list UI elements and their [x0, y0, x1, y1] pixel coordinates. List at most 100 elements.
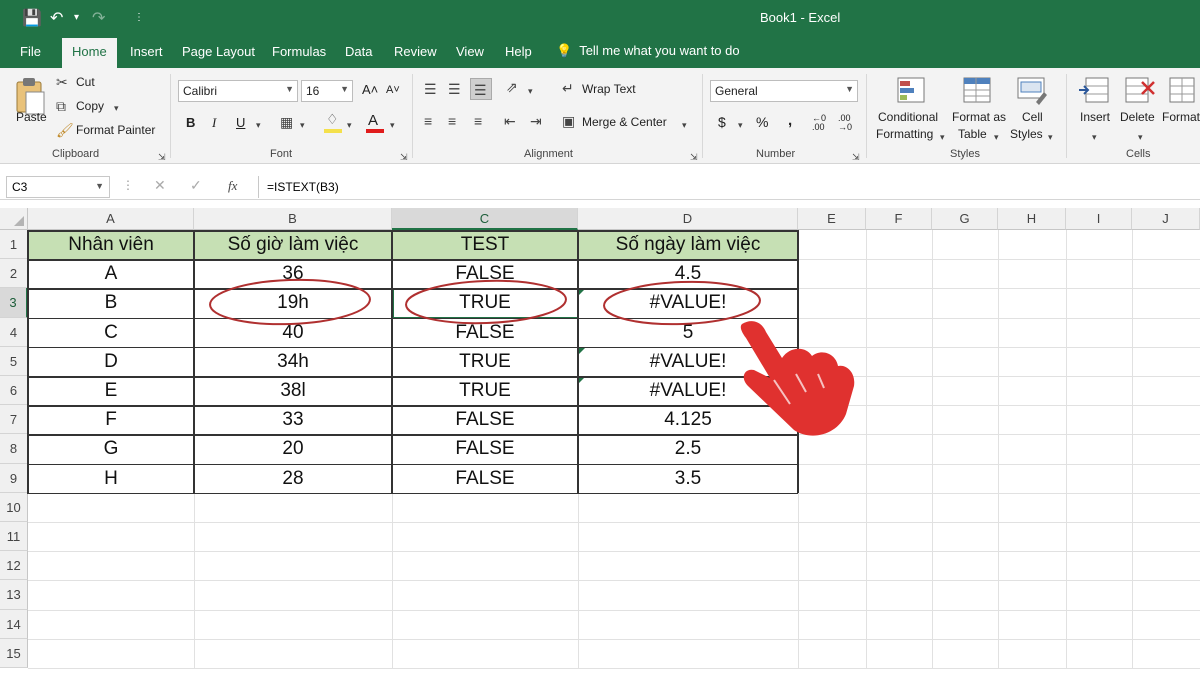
chevron-down-icon: ▼ [285, 84, 294, 94]
window-title: Book1 - Excel [760, 10, 841, 25]
cell-styles-label-2[interactable]: Styles [1010, 127, 1043, 141]
wrap-text-icon[interactable]: ↵ [562, 81, 574, 95]
format-cells-icon[interactable] [1168, 74, 1200, 108]
copy-dropdown-icon[interactable]: ▾ [114, 101, 119, 115]
accounting-format-button[interactable]: $ [718, 114, 726, 130]
undo-dropdown-icon[interactable]: ▾ [74, 12, 79, 23]
italic-button[interactable]: I [212, 115, 216, 131]
merge-center-button[interactable]: Merge & Center [582, 115, 667, 129]
grow-font-icon[interactable]: A˄ [362, 82, 378, 97]
accounting-dropdown-icon[interactable]: ▾ [738, 118, 743, 132]
format-as-table-label-2[interactable]: Table [958, 127, 987, 141]
name-box[interactable]: C3 ▼ [6, 176, 110, 198]
tab-file[interactable]: File [20, 44, 41, 59]
insert-cells-icon[interactable] [1078, 74, 1112, 108]
align-center-icon[interactable]: ≡ [448, 114, 456, 128]
annotation-circle-b3 [209, 278, 371, 326]
tab-data[interactable]: Data [345, 44, 372, 59]
format-painter-button[interactable]: Format Painter [76, 123, 155, 137]
borders-dropdown-icon[interactable]: ▾ [300, 118, 305, 132]
tab-review[interactable]: Review [394, 44, 437, 59]
top-align-icon[interactable]: ☰ [424, 82, 437, 96]
save-icon[interactable]: 💾 [22, 8, 42, 28]
align-left-icon[interactable]: ≡ [424, 114, 432, 128]
delete-cells-icon[interactable] [1124, 74, 1158, 108]
increase-indent-icon[interactable]: ⇥ [530, 114, 542, 128]
tab-insert[interactable]: Insert [130, 44, 163, 59]
tab-view[interactable]: View [456, 44, 484, 59]
merge-center-icon[interactable]: ▣ [562, 114, 575, 128]
underline-dropdown-icon[interactable]: ▾ [256, 118, 261, 132]
number-launcher-icon[interactable]: ⇲ [852, 150, 860, 164]
font-color-dropdown-icon[interactable]: ▾ [390, 118, 395, 132]
middle-align-icon[interactable]: ☰ [448, 82, 461, 96]
paste-button[interactable]: Paste [16, 110, 47, 124]
increase-decimal-icon[interactable]: ←0.00 [812, 114, 826, 132]
conditional-formatting-icon[interactable] [896, 74, 930, 108]
group-divider [866, 74, 867, 158]
tab-page-layout[interactable]: Page Layout [182, 44, 255, 59]
comma-style-button[interactable]: , [788, 112, 792, 129]
annotation-circle-c3 [405, 279, 567, 325]
insert-dropdown-icon[interactable]: ▾ [1092, 130, 1097, 144]
name-box-value: C3 [12, 180, 28, 194]
cell-styles-dropdown-icon[interactable]: ▾ [1048, 130, 1053, 144]
decrease-indent-icon[interactable]: ⇤ [504, 114, 516, 128]
number-format-select[interactable]: General ▼ [710, 80, 858, 102]
insert-function-icon[interactable]: fx [228, 178, 237, 194]
delete-dropdown-icon[interactable]: ▾ [1138, 130, 1143, 144]
insert-button[interactable]: Insert [1080, 110, 1110, 124]
conditional-dropdown-icon[interactable]: ▾ [940, 130, 945, 144]
customize-qat-icon[interactable]: ⋮ [134, 12, 144, 23]
orientation-dropdown-icon[interactable]: ▾ [528, 84, 533, 98]
alignment-launcher-icon[interactable]: ⇲ [690, 150, 698, 164]
decrease-decimal-icon[interactable]: .00 →0 [838, 114, 852, 132]
align-right-icon[interactable]: ≡ [474, 114, 482, 128]
cell-styles-icon[interactable] [1016, 74, 1050, 108]
font-size-select[interactable]: 16 ▼ [301, 80, 353, 102]
number-format-value: General [715, 84, 758, 98]
cut-button[interactable]: Cut [76, 75, 95, 89]
cancel-icon[interactable]: ✕ [154, 177, 166, 194]
format-table-dropdown-icon[interactable]: ▾ [994, 130, 999, 144]
font-color-icon[interactable]: A [368, 112, 378, 129]
alignment-group-label: Alignment [524, 148, 573, 160]
merge-dropdown-icon[interactable]: ▾ [682, 118, 687, 132]
tab-formulas[interactable]: Formulas [272, 44, 326, 59]
delete-button[interactable]: Delete [1120, 110, 1155, 124]
bottom-align-icon: ☰ [474, 82, 487, 98]
annotation-layer [209, 278, 855, 436]
format-button[interactable]: Format [1162, 110, 1200, 124]
orientation-icon[interactable]: ⇗ [506, 80, 518, 94]
conditional-formatting-label-2[interactable]: Formatting [876, 127, 933, 141]
group-divider [412, 74, 413, 158]
underline-button[interactable]: U [236, 115, 245, 130]
redo-icon[interactable]: ↷ [92, 8, 105, 28]
group-divider [702, 74, 703, 158]
undo-icon[interactable]: ↶ [50, 8, 63, 28]
tab-home[interactable]: Home [62, 38, 117, 68]
tab-help[interactable]: Help [505, 44, 532, 59]
fill-dropdown-icon[interactable]: ▾ [347, 118, 352, 132]
tell-me-search[interactable]: 💡 Tell me what you want to do [556, 43, 740, 59]
format-as-table-icon[interactable] [962, 74, 996, 108]
font-launcher-icon[interactable]: ⇲ [400, 150, 408, 164]
format-as-table-label[interactable]: Format as [952, 110, 1006, 124]
enter-check-icon[interactable]: ✓ [190, 177, 202, 194]
font-name-select[interactable]: Calibri ▼ [178, 80, 298, 102]
fill-color-icon[interactable]: ♢ [326, 112, 339, 126]
copy-button[interactable]: Copy [76, 99, 104, 113]
bold-button[interactable]: B [186, 115, 195, 130]
formula-input[interactable]: =ISTEXT(B3) [258, 176, 1188, 198]
borders-icon[interactable]: ▦ [280, 115, 293, 129]
cell-styles-label[interactable]: Cell [1022, 110, 1043, 124]
shrink-font-icon[interactable]: A˅ [386, 84, 400, 96]
format-painter-icon[interactable]: 🖌 [56, 123, 74, 137]
conditional-formatting-label[interactable]: Conditional [878, 110, 938, 124]
wrap-text-button[interactable]: Wrap Text [582, 82, 636, 96]
font-color-swatch [366, 129, 384, 133]
cut-icon[interactable]: ✂ [56, 75, 68, 89]
copy-icon[interactable]: ⧉ [56, 99, 66, 113]
clipboard-launcher-icon[interactable]: ⇲ [158, 150, 166, 164]
percent-style-button[interactable]: % [756, 114, 768, 130]
